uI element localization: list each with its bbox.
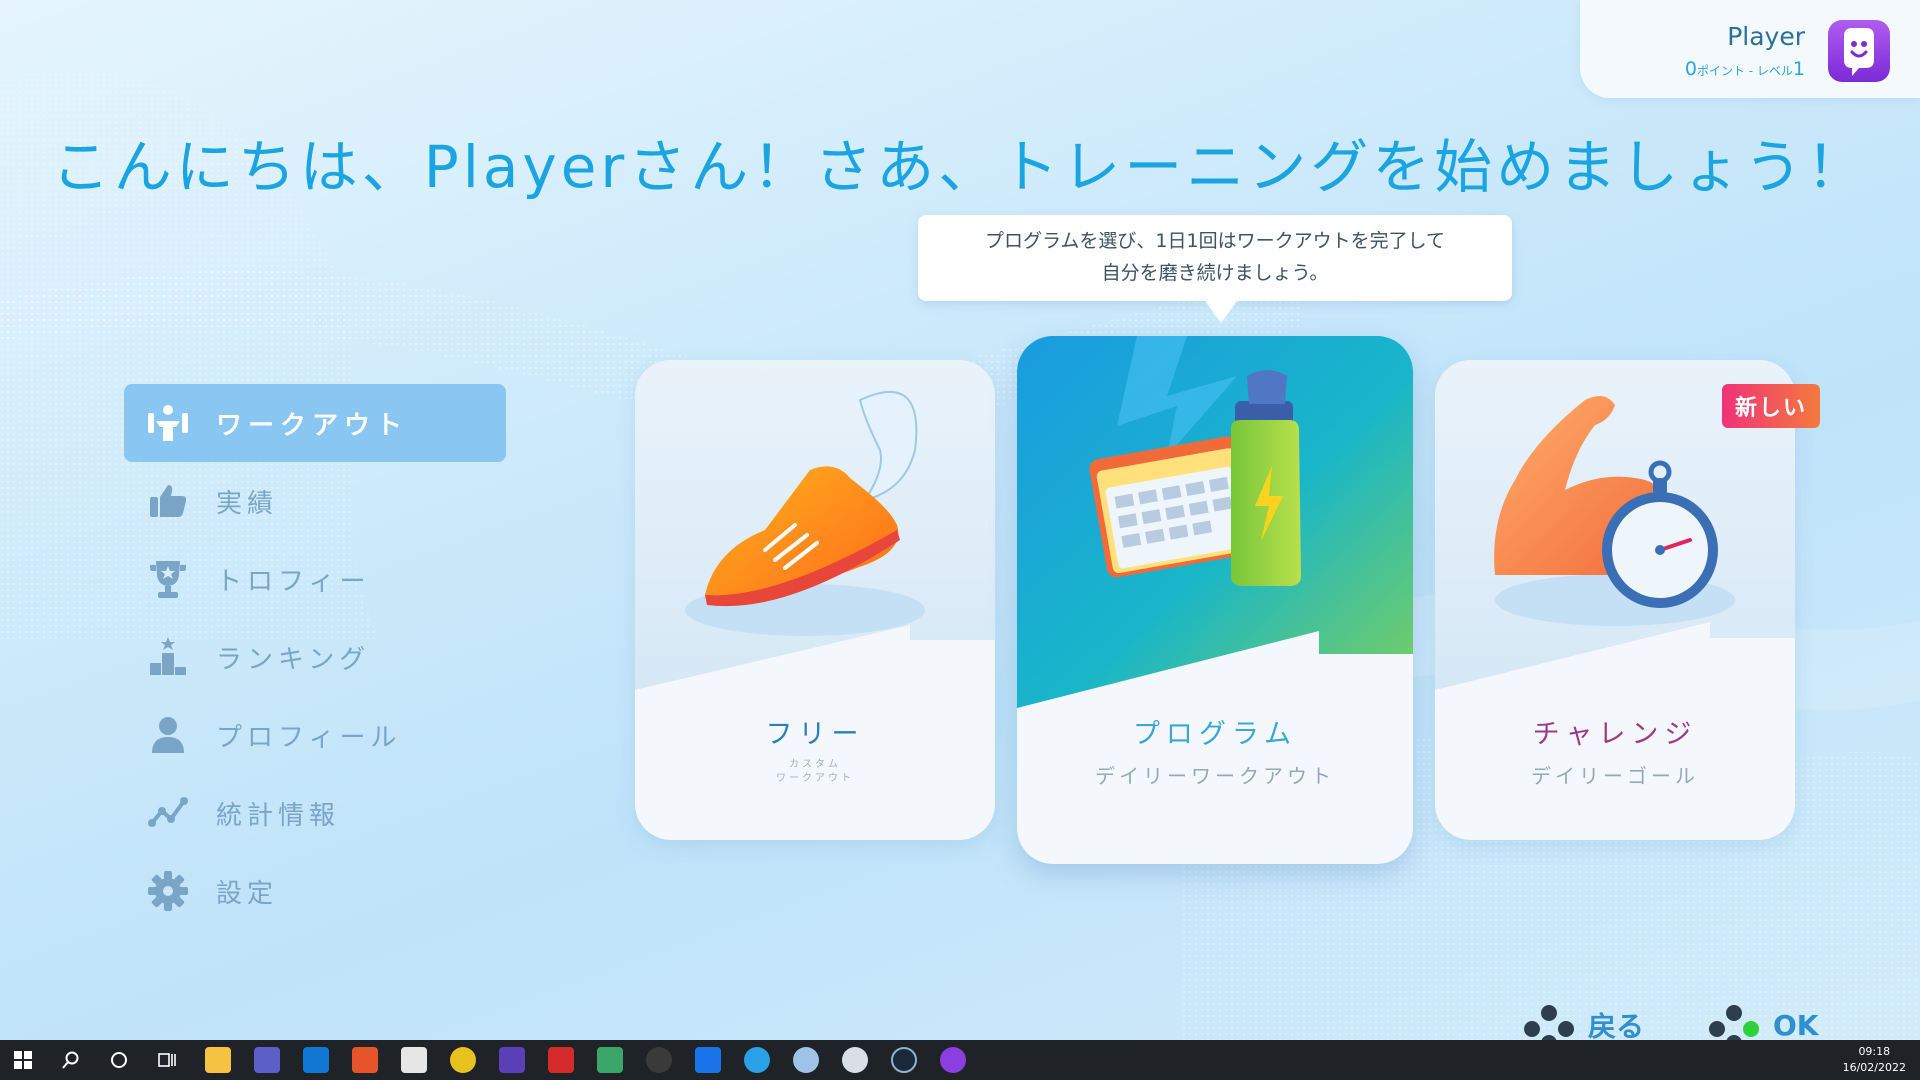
- taskbar: 09:18 16/02/2022: [0, 1040, 1920, 1080]
- sidebar: ワークアウト 実績 トロフィー ランキング プロフィール 統計情報 設定: [124, 384, 506, 930]
- sidebar-item-label: ワークアウト: [216, 410, 409, 441]
- new-badge: 新しい: [1722, 384, 1820, 428]
- sidebar-item-label: トロフィー: [216, 566, 371, 597]
- level-value: 1: [1792, 58, 1805, 80]
- edge-icon[interactable]: [744, 1047, 770, 1073]
- app-icon-white[interactable]: [842, 1047, 868, 1073]
- playstation-red-icon[interactable]: [548, 1047, 574, 1073]
- tooltip-line-1: プログラムを選び、1日1回はワークアウトを完了して: [984, 230, 1446, 252]
- trophy-icon: [142, 553, 194, 605]
- dropbox-icon[interactable]: [695, 1047, 721, 1073]
- file-explorer-icon[interactable]: [205, 1047, 231, 1073]
- free-workout-card[interactable]: フリー カスタム ワークアウト: [635, 360, 995, 840]
- obs-icon[interactable]: [646, 1047, 672, 1073]
- smiley-icon: [1844, 28, 1874, 76]
- paint-icon[interactable]: [793, 1047, 819, 1073]
- program-card[interactable]: プログラム デイリーワークアウト: [1017, 336, 1413, 864]
- program-tooltip: プログラムを選び、1日1回はワークアウトを完了して 自分を磨き続けましょう。: [918, 215, 1512, 323]
- winged-shoe-illustration: [635, 360, 995, 690]
- controller-buttons-icon: [1524, 1005, 1574, 1045]
- ok-control[interactable]: OK: [1705, 1005, 1819, 1045]
- gear-icon: [142, 865, 194, 917]
- free-card-subtitle-2: ワークアウト: [776, 773, 854, 784]
- teams-icon[interactable]: [254, 1047, 280, 1073]
- outlook-icon[interactable]: [303, 1047, 329, 1073]
- system-clock[interactable]: 09:18 16/02/2022: [1843, 1044, 1906, 1076]
- sidebar-item-trophies[interactable]: トロフィー: [124, 540, 506, 618]
- program-card-title: プログラム: [1132, 719, 1298, 750]
- sidebar-item-label: 統計情報: [216, 800, 341, 831]
- greeting-title: こんにちは、Playerさん！さあ、トレーニングを始めましょう！: [51, 133, 1869, 201]
- search-icon[interactable]: [62, 1051, 80, 1069]
- stats-icon: [142, 787, 194, 839]
- person-icon: [142, 709, 194, 761]
- playstation-icon[interactable]: [499, 1047, 525, 1073]
- points-value: 0: [1684, 58, 1697, 80]
- clock-date: 16/02/2022: [1842, 1061, 1906, 1074]
- avatar[interactable]: [1828, 20, 1890, 82]
- player-name: Player: [1727, 22, 1805, 51]
- app-icon-yellow[interactable]: [450, 1047, 476, 1073]
- sidebar-item-settings[interactable]: 設定: [124, 852, 506, 930]
- program-card-subtitle: デイリーワークアウト: [1095, 764, 1335, 788]
- podium-icon: [142, 631, 194, 683]
- unity-icon[interactable]: [401, 1047, 427, 1073]
- sidebar-item-workout[interactable]: ワークアウト: [124, 384, 506, 462]
- task-view-icon[interactable]: [158, 1051, 176, 1069]
- tooltip-line-2: 自分を磨き続けましょう。: [1101, 262, 1329, 284]
- challenge-card[interactable]: チャレンジ デイリーゴール: [1435, 360, 1795, 840]
- app-icon-orange[interactable]: [352, 1047, 378, 1073]
- sidebar-item-ranking[interactable]: ランキング: [124, 618, 506, 696]
- game-app-icon[interactable]: [940, 1047, 966, 1073]
- sidebar-item-achievements[interactable]: 実績: [124, 462, 506, 540]
- sidebar-item-label: 設定: [216, 878, 279, 909]
- thumbs-up-icon: [142, 475, 194, 527]
- points-level-label: ポイント - レベル: [1696, 64, 1793, 78]
- challenge-card-title: チャレンジ: [1532, 719, 1698, 750]
- back-control[interactable]: 戻る: [1520, 1005, 1644, 1045]
- steam-icon[interactable]: [891, 1047, 917, 1073]
- windows-start-icon[interactable]: [14, 1051, 32, 1069]
- clock-time: 09:18: [1858, 1045, 1891, 1058]
- sidebar-item-statistics[interactable]: 統計情報: [124, 774, 506, 852]
- player-stats: 0ポイント - レベル1: [1685, 58, 1805, 80]
- free-card-title: フリー: [765, 719, 865, 750]
- calendar-bottle-illustration: [1017, 336, 1413, 708]
- controller-buttons-icon: [1709, 1005, 1759, 1045]
- dumbbell-icon: [142, 397, 194, 449]
- sidebar-item-profile[interactable]: プロフィール: [124, 696, 506, 774]
- sidebar-item-label: ランキング: [216, 644, 371, 675]
- player-panel[interactable]: Player 0ポイント - レベル1: [1580, 0, 1920, 98]
- ok-label: OK: [1773, 1008, 1819, 1042]
- back-label: 戻る: [1588, 1010, 1645, 1043]
- photos-icon[interactable]: [597, 1047, 623, 1073]
- sidebar-item-label: 実績: [216, 488, 279, 519]
- sidebar-item-label: プロフィール: [216, 722, 402, 753]
- challenge-card-subtitle: デイリーゴール: [1531, 764, 1699, 788]
- cortana-icon[interactable]: [110, 1051, 128, 1069]
- free-card-subtitle-1: カスタム: [789, 759, 841, 770]
